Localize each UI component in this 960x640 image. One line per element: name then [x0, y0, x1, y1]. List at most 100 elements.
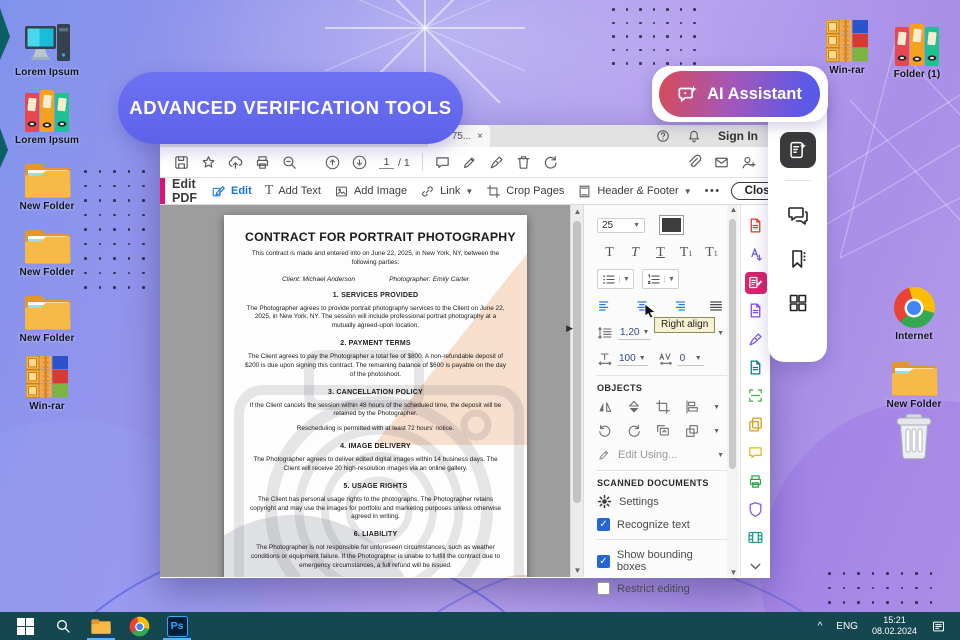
nav-down-icon[interactable]: [346, 150, 373, 174]
document-scrollbar[interactable]: ▲ ▼: [570, 205, 583, 577]
create-pdf-icon[interactable]: [745, 243, 767, 265]
person-add-icon[interactable]: [735, 150, 762, 174]
scan-ocr-icon[interactable]: [745, 385, 767, 407]
mail-icon[interactable]: [708, 150, 735, 174]
settings-button[interactable]: Settings: [619, 496, 659, 508]
crop-object-icon[interactable]: [655, 399, 671, 415]
desktop-icon-lorem-ipsum[interactable]: Lorem Ipsum: [2, 86, 92, 146]
desktop-icon-internet[interactable]: Internet: [869, 282, 959, 342]
edit-using-dropdown[interactable]: ▼: [717, 452, 724, 459]
chat-icon[interactable]: [786, 203, 810, 227]
help-icon[interactable]: [656, 129, 670, 143]
sign-icon[interactable]: [483, 150, 510, 174]
pdf-page[interactable]: CONTRACT FOR PORTRAIT PHOTOGRAPHY This c…: [224, 215, 527, 577]
page-number-input[interactable]: 1: [379, 156, 394, 169]
protect-icon[interactable]: [745, 498, 767, 520]
nav-up-icon[interactable]: [319, 150, 346, 174]
client-name[interactable]: Client: Michael Anderson: [282, 276, 355, 283]
numbered-list-dropdown[interactable]: ▼: [663, 275, 678, 283]
tray-expand-button[interactable]: ^: [818, 621, 823, 632]
arrange-dropdown[interactable]: ▼: [713, 428, 720, 435]
align-right-icon[interactable]: [671, 298, 687, 314]
align-objects-dropdown[interactable]: ▼: [713, 404, 720, 411]
tab-close-icon[interactable]: ×: [477, 131, 483, 142]
desktop-icon-win-rar[interactable]: Win-rar: [2, 352, 92, 412]
document-title[interactable]: CONTRACT FOR PORTRAIT PHOTOGRAPHY: [245, 230, 516, 244]
paragraph-spacing-dropdown[interactable]: ▼: [717, 330, 724, 337]
replace-image-icon[interactable]: [655, 423, 671, 439]
horizontal-scale-value[interactable]: 100 ▼: [617, 353, 648, 366]
section-heading[interactable]: 5. USAGE RIGHTS: [245, 483, 506, 490]
trash-icon[interactable]: [510, 150, 537, 174]
save-icon[interactable]: [168, 150, 195, 174]
align-justify-icon[interactable]: [708, 298, 724, 314]
bullet-list-icon[interactable]: [598, 272, 619, 287]
export-icon[interactable]: [745, 357, 767, 379]
checkbox-recognize-text[interactable]: ✓ Recognize text: [597, 518, 724, 531]
section-paragraph[interactable]: The Photographer is not responsible for …: [245, 544, 506, 570]
superscript-icon[interactable]: T1: [674, 245, 699, 261]
flip-horizontal-icon[interactable]: [597, 399, 613, 415]
font-size-select[interactable]: 25 ▼: [597, 217, 645, 233]
line-spacing-value[interactable]: 1,20 ▼: [618, 327, 652, 340]
section-heading[interactable]: 6. LIABILITY: [245, 531, 506, 538]
export-pdf-icon[interactable]: [745, 215, 767, 237]
rotate-cw-icon[interactable]: [626, 423, 642, 439]
flip-vertical-icon[interactable]: [626, 399, 642, 415]
h-scale-icon[interactable]: [597, 351, 613, 367]
edit-tool-crop-pages[interactable]: Crop Pages: [486, 184, 564, 199]
rotate-icon[interactable]: [537, 150, 564, 174]
desktop-icon-new-folder[interactable]: New Folder: [2, 152, 92, 212]
taskbar-explorer-icon[interactable]: [82, 612, 120, 640]
desktop-icon-new-folder[interactable]: New Folder: [869, 350, 959, 410]
desktop-icon-lorem-ipsum[interactable]: Lorem Ipsum: [2, 18, 92, 78]
pencil-icon[interactable]: [456, 150, 483, 174]
print-icon[interactable]: [249, 150, 276, 174]
combine-files-icon[interactable]: [745, 300, 767, 322]
print-production-icon[interactable]: [745, 470, 767, 492]
bell-icon[interactable]: [687, 129, 701, 143]
upload-icon[interactable]: [222, 150, 249, 174]
rotate-ccw-icon[interactable]: [597, 423, 613, 439]
section-heading[interactable]: 2. PAYMENT TERMS: [245, 340, 506, 347]
edit-tool-header-footer[interactable]: Header & Footer ▼: [577, 184, 692, 199]
document-viewport[interactable]: CONTRACT FOR PORTRAIT PHOTOGRAPHY This c…: [160, 205, 583, 577]
edit-tool-edit[interactable]: Edit: [211, 184, 252, 199]
numbered-list-icon[interactable]: [643, 272, 664, 287]
italic-icon[interactable]: T: [623, 245, 648, 261]
section-heading[interactable]: 4. IMAGE DELIVERY: [245, 443, 506, 450]
edit-pdf-icon[interactable]: [744, 271, 767, 294]
desktop-icon-trash[interactable]: [869, 414, 959, 460]
section-paragraph[interactable]: The Client agrees to pay the Photographe…: [245, 353, 506, 379]
rich-media-icon[interactable]: [745, 527, 767, 549]
font-color-swatch[interactable]: [659, 215, 684, 235]
ai-assistant-button[interactable]: AI Assistant: [659, 71, 820, 117]
bullet-list-dropdown[interactable]: ▼: [619, 275, 633, 283]
sign-in-button[interactable]: Sign In: [718, 129, 758, 143]
desktop-icon-new-folder[interactable]: New Folder: [2, 218, 92, 278]
organize-pages-icon[interactable]: [745, 413, 767, 435]
section-heading[interactable]: 3. CANCELLATION POLICY: [245, 389, 506, 396]
taskbar-search-icon[interactable]: [44, 612, 82, 640]
section-paragraph[interactable]: The Photographer agrees to provide portr…: [245, 305, 506, 331]
underline-icon[interactable]: T: [648, 245, 673, 261]
kerning-value[interactable]: 0 ▼: [677, 353, 704, 366]
spacing-icon[interactable]: [597, 325, 613, 341]
section-paragraph[interactable]: The Photographer agrees to deliver edite…: [245, 456, 506, 474]
kerning-icon[interactable]: [658, 351, 674, 367]
more-tools-icon[interactable]: [745, 555, 767, 577]
section-paragraph[interactable]: Rescheduling is permitted with at least …: [245, 425, 506, 434]
document-paragraph[interactable]: This contract is made and entered into o…: [245, 250, 506, 268]
comment-icon[interactable]: [429, 150, 456, 174]
section-heading[interactable]: 1. SERVICES PROVIDED: [245, 292, 506, 299]
align-objects-icon[interactable]: [684, 399, 700, 415]
align-left-icon[interactable]: [597, 298, 613, 314]
zoom-icon[interactable]: [276, 150, 303, 174]
notification-icon[interactable]: [931, 619, 946, 634]
panel-scrollbar[interactable]: ▲ ▼: [727, 205, 738, 577]
grid-icon[interactable]: [786, 291, 810, 315]
language-indicator[interactable]: ENG: [836, 621, 858, 632]
panel-collapse-arrow[interactable]: ▶: [566, 323, 573, 334]
desktop-icon-new-folder[interactable]: New Folder: [2, 284, 92, 344]
edit-tool-add-image[interactable]: Add Image: [334, 184, 407, 199]
